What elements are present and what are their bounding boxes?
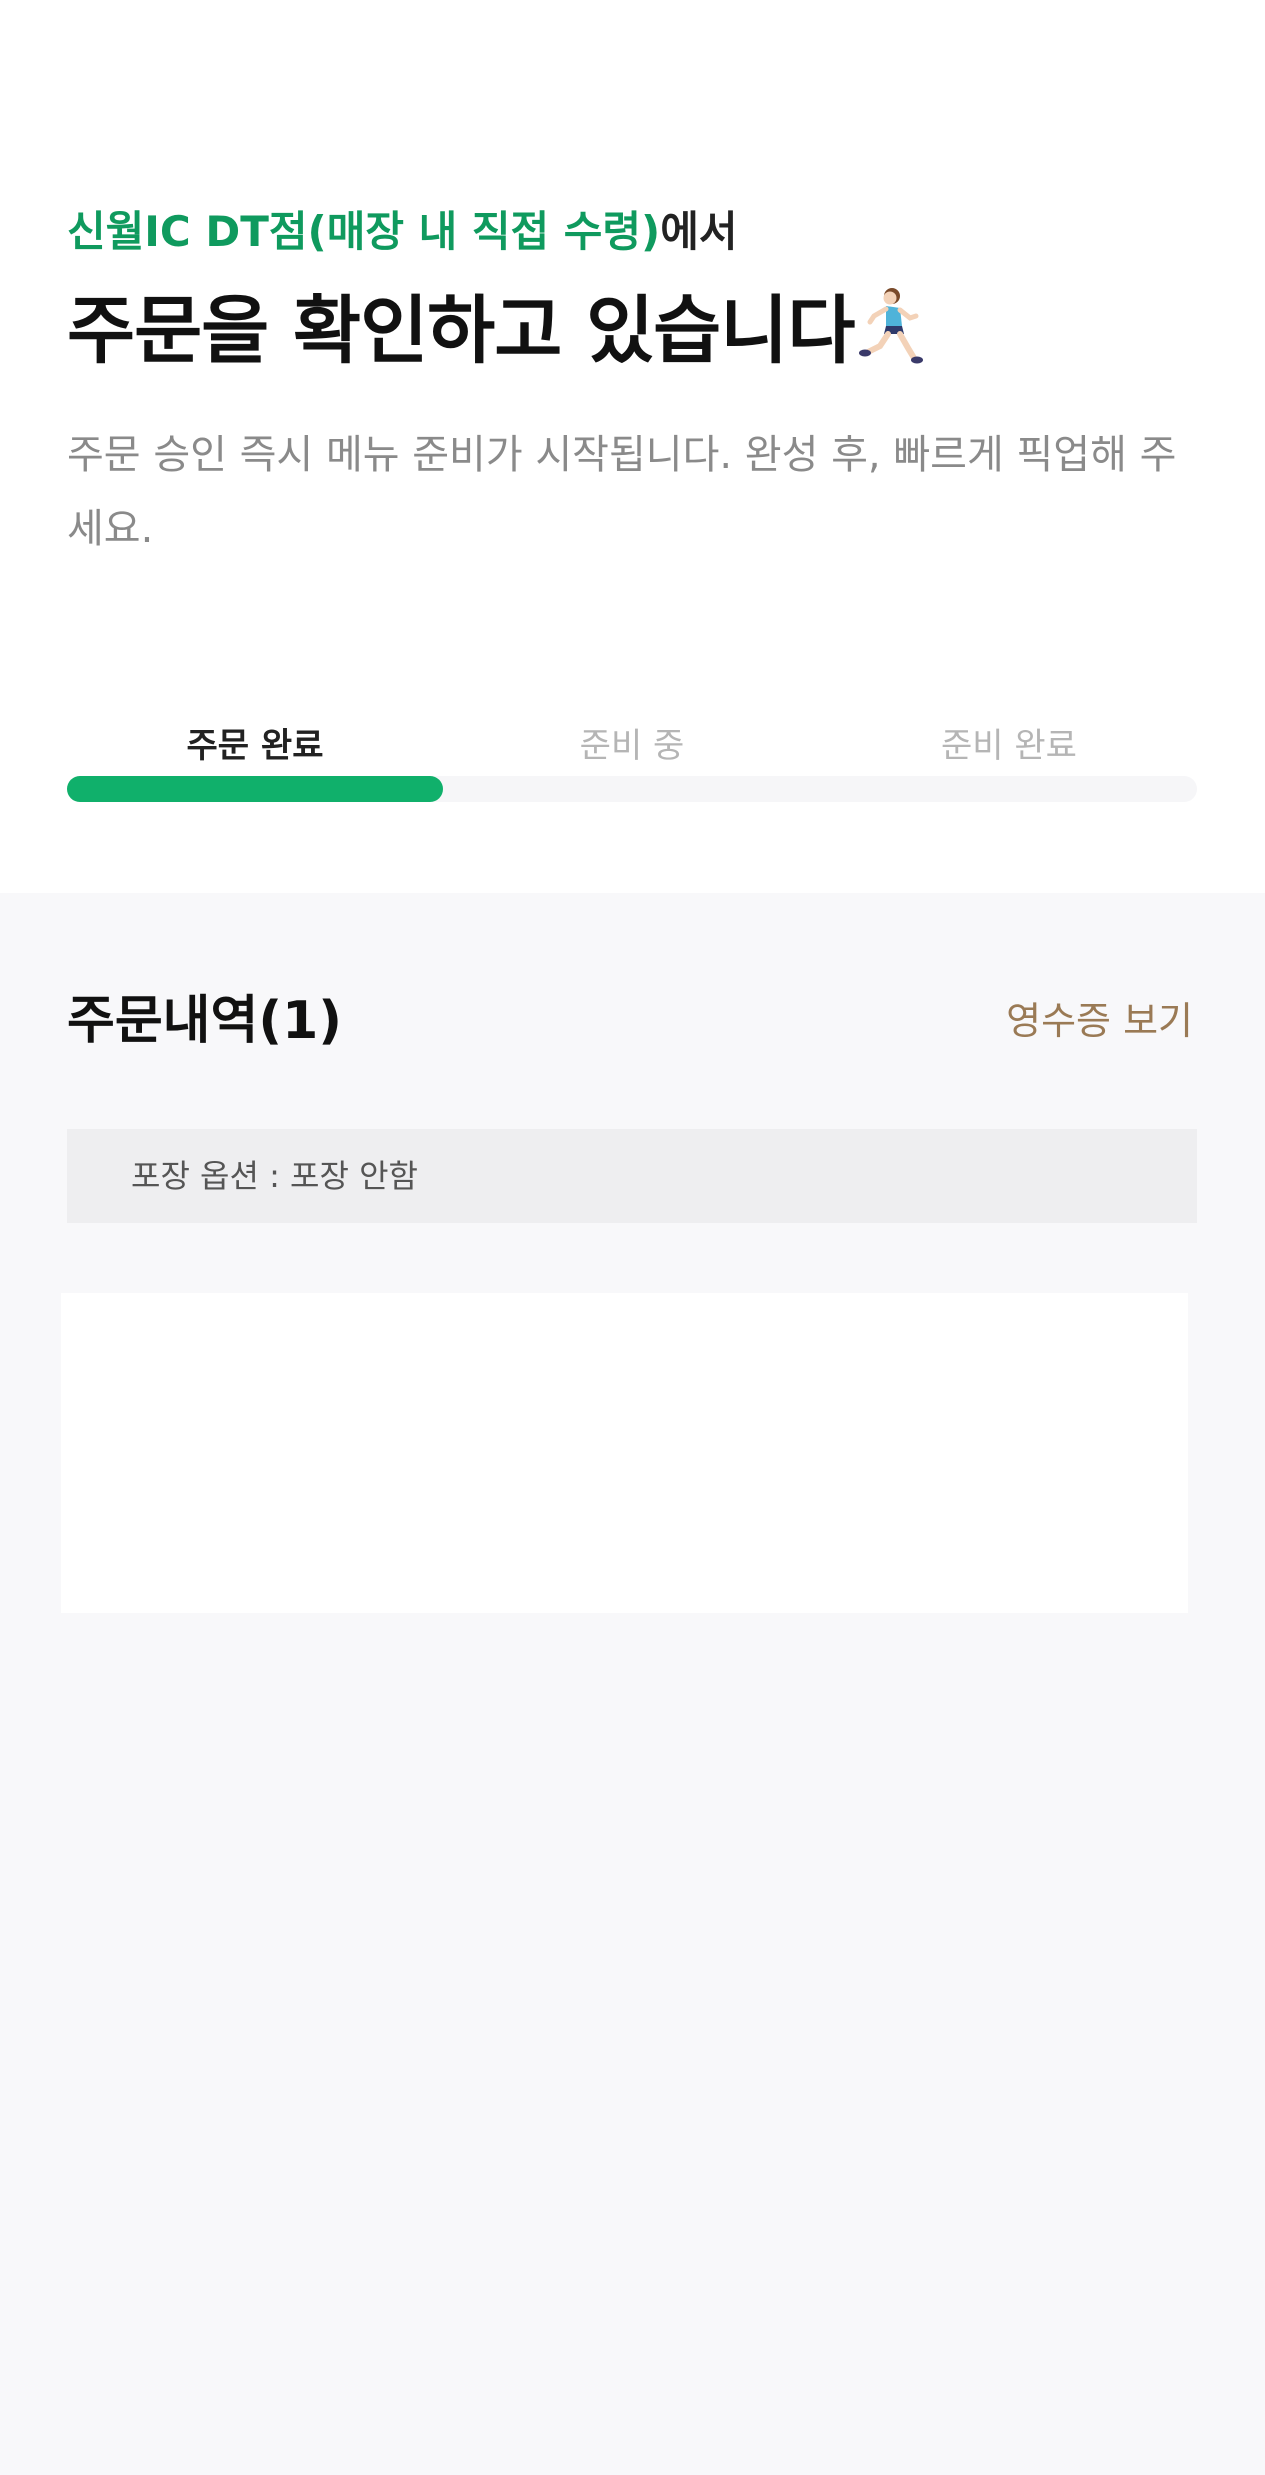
view-receipt-link[interactable]: 영수증 보기 xyxy=(1006,993,1193,1049)
step-preparing: 준비 중 xyxy=(579,726,685,766)
step-ready: 준비 완료 xyxy=(941,726,1077,766)
progress-track xyxy=(67,776,1197,802)
progress-steps: 주문 완료 준비 중 준비 완료 xyxy=(67,718,1197,774)
runner-icon xyxy=(856,282,928,368)
packaging-option-text: 포장 옵션 : 포장 안함 xyxy=(131,1157,418,1195)
page-title: 주문을 확인하고 있습니다 xyxy=(67,282,928,379)
order-item-card xyxy=(61,1293,1188,1613)
page-title-text: 주문을 확인하고 있습니다 xyxy=(67,288,855,374)
store-suffix: 에서 xyxy=(660,207,738,256)
order-list-title: 주문내역(1) xyxy=(67,991,343,1051)
order-details-section: 주문내역(1) 영수증 보기 포장 옵션 : 포장 안함 xyxy=(0,893,1265,2475)
page-subtitle: 주문 승인 즉시 메뉴 준비가 시작됩니다. 완성 후, 빠르게 픽업해 주세요… xyxy=(67,432,1177,552)
order-status-page: 신월IC DT점(매장 내 직접 수령)에서 주문을 확인하고 있습니다 주문 … xyxy=(0,0,1265,2475)
store-line: 신월IC DT점(매장 내 직접 수령)에서 xyxy=(67,204,738,260)
step-order-complete: 주문 완료 xyxy=(186,726,324,766)
store-name: 신월IC DT점(매장 내 직접 수령) xyxy=(67,207,661,256)
progress-fill xyxy=(67,776,444,802)
packaging-option-box: 포장 옵션 : 포장 안함 xyxy=(67,1129,1197,1223)
